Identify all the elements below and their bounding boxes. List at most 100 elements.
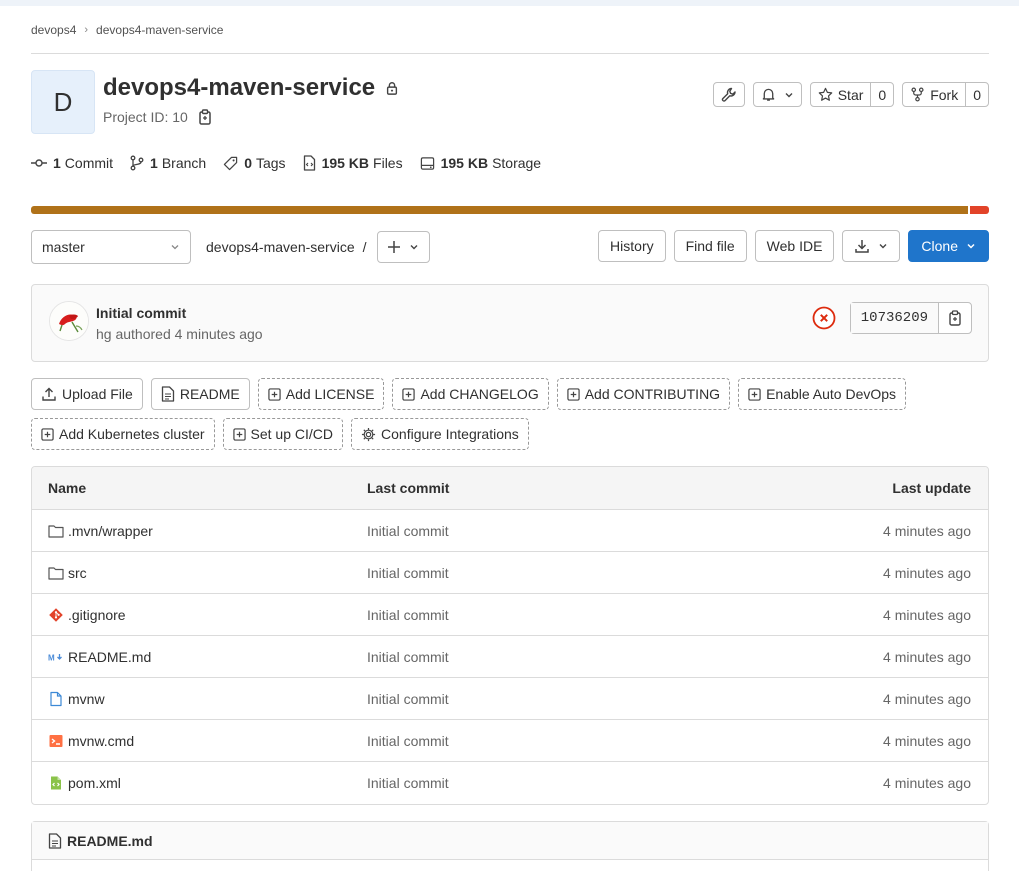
file-last-commit[interactable]: Initial commit <box>367 775 747 791</box>
chevron-down-icon <box>967 243 975 249</box>
enable-auto-devops-button[interactable]: Enable Auto DevOps <box>738 378 907 410</box>
file-name[interactable]: README.md <box>68 649 151 665</box>
file-name[interactable]: mvnw.cmd <box>68 733 134 749</box>
web-ide-button[interactable]: Web IDE <box>754 230 835 262</box>
copy-icon[interactable] <box>198 109 212 125</box>
file-name-cell: .gitignore <box>32 607 367 623</box>
configure-integrations-button[interactable]: Configure Integrations <box>351 418 529 450</box>
commit-icon <box>31 159 47 167</box>
bell-icon <box>762 88 775 101</box>
readme-panel: README.md <box>31 821 989 871</box>
header-last-commit: Last commit <box>367 480 450 496</box>
table-row[interactable]: .mvn/wrapper Initial commit 4 minutes ag… <box>32 510 988 552</box>
branches-stat[interactable]: 1 Branch <box>130 155 206 171</box>
upload-file-button[interactable]: Upload File <box>31 378 143 410</box>
add-kubernetes-cluster-button[interactable]: Add Kubernetes cluster <box>31 418 215 450</box>
table-row[interactable]: M README.md Initial commit 4 minutes ago <box>32 636 988 678</box>
file-name[interactable]: pom.xml <box>68 775 121 791</box>
find-file-button[interactable]: Find file <box>673 230 747 262</box>
tags-stat[interactable]: 0 Tags <box>223 155 286 171</box>
repository-language-bar[interactable] <box>31 206 989 214</box>
file-last-update: 4 minutes ago <box>883 522 971 539</box>
pipeline-failed-icon[interactable] <box>812 306 836 333</box>
add-license-button[interactable]: Add LICENSE <box>257 378 385 410</box>
language-segment[interactable] <box>969 206 989 214</box>
star-button[interactable]: Star 0 <box>809 82 895 107</box>
add-to-tree-dropdown[interactable] <box>376 231 430 263</box>
repo-path-link[interactable]: devops4-maven-service <box>206 239 355 255</box>
file-name-cell: mvnw.cmd <box>32 733 367 749</box>
star-label: Star <box>837 86 864 103</box>
file-last-commit[interactable]: Initial commit <box>367 733 747 749</box>
setup-cicd-button[interactable]: Set up CI/CD <box>222 418 344 450</box>
fork-button[interactable]: Fork 0 <box>902 82 989 107</box>
fork-icon <box>911 87 924 102</box>
table-row[interactable]: src Initial commit 4 minutes ago <box>32 552 988 594</box>
fork-label: Fork <box>930 86 959 103</box>
breadcrumb-group-link[interactable]: devops4 <box>31 23 76 37</box>
chevron-down-icon <box>879 244 887 249</box>
add-contributing-button[interactable]: Add CONTRIBUTING <box>556 378 731 410</box>
plus-square-icon <box>567 387 580 401</box>
tags-count: 0 <box>244 155 252 171</box>
language-segment[interactable] <box>31 206 968 214</box>
project-actions: Star 0 Fork 0 <box>712 82 989 107</box>
upload-file-label: Upload File <box>62 386 133 402</box>
settings-button[interactable] <box>712 82 745 107</box>
file-name[interactable]: .mvn/wrapper <box>68 523 153 539</box>
readme-title[interactable]: README.md <box>67 833 153 849</box>
svg-text:M: M <box>48 653 55 662</box>
project-quick-actions: Upload File README Add LICENSE Add CHANG… <box>31 378 989 450</box>
add-kubernetes-cluster-label: Add Kubernetes cluster <box>59 426 205 442</box>
tags-label: Tags <box>255 155 286 171</box>
history-button[interactable]: History <box>598 230 666 262</box>
file-last-commit[interactable]: Initial commit <box>367 607 747 623</box>
add-changelog-button[interactable]: Add CHANGELOG <box>392 378 549 410</box>
copy-sha-button[interactable] <box>939 303 971 333</box>
terminal-icon <box>49 734 63 747</box>
download-button[interactable] <box>842 230 901 262</box>
author-avatar[interactable] <box>49 301 89 341</box>
file-tree-table: Name Last commit Last update .mvn/wrappe… <box>31 466 989 805</box>
repo-path: devops4-maven-service / <box>206 239 367 255</box>
breadcrumb-project-link[interactable]: devops4-maven-service <box>96 23 223 37</box>
folder-icon <box>48 566 64 580</box>
fork-count[interactable]: 0 <box>965 83 988 106</box>
file-last-commit[interactable]: Initial commit <box>367 649 747 665</box>
commit-sha[interactable]: 10736209 <box>850 303 939 333</box>
chevron-down-icon <box>410 245 418 250</box>
file-name-cell: M README.md <box>32 649 367 665</box>
storage-stat[interactable]: 195 KB Storage <box>420 155 541 171</box>
readme-button[interactable]: README <box>150 378 250 410</box>
table-row[interactable]: mvnw.cmd Initial commit 4 minutes ago <box>32 720 988 762</box>
file-name[interactable]: src <box>68 565 87 581</box>
enable-auto-devops-label: Enable Auto DevOps <box>766 386 897 402</box>
setup-cicd-label: Set up CI/CD <box>250 426 334 442</box>
file-name-cell: mvnw <box>32 691 367 707</box>
clone-button[interactable]: Clone <box>908 230 989 262</box>
fork-button-inner: Fork <box>903 83 965 106</box>
file-last-update: 4 minutes ago <box>883 564 971 581</box>
notification-button[interactable] <box>752 82 802 107</box>
file-name-cell: src <box>32 565 367 581</box>
commit-title[interactable]: Initial commit <box>96 305 186 321</box>
file-last-update: 4 minutes ago <box>883 648 971 665</box>
branch-select[interactable]: master <box>31 230 191 264</box>
file-last-commit[interactable]: Initial commit <box>367 691 747 707</box>
star-count[interactable]: 0 <box>870 83 893 106</box>
files-stat[interactable]: 195 KB Files <box>303 155 403 171</box>
file-last-commit[interactable]: Initial commit <box>367 565 747 581</box>
project-id: Project ID: 10 <box>103 109 212 125</box>
file-name[interactable]: .gitignore <box>68 607 126 623</box>
file-last-update: 4 minutes ago <box>883 732 971 749</box>
plus-square-icon <box>41 427 54 441</box>
chevron-right-icon: › <box>84 23 89 36</box>
table-row[interactable]: .gitignore Initial commit 4 minutes ago <box>32 594 988 636</box>
table-row[interactable]: mvnw Initial commit 4 minutes ago <box>32 678 988 720</box>
add-contributing-label: Add CONTRIBUTING <box>584 386 721 402</box>
file-name-cell: pom.xml <box>32 775 367 791</box>
file-last-commit[interactable]: Initial commit <box>367 523 747 539</box>
table-row[interactable]: pom.xml Initial commit 4 minutes ago <box>32 762 988 804</box>
file-name[interactable]: mvnw <box>68 691 105 707</box>
commits-stat[interactable]: 1 Commit <box>31 155 113 171</box>
